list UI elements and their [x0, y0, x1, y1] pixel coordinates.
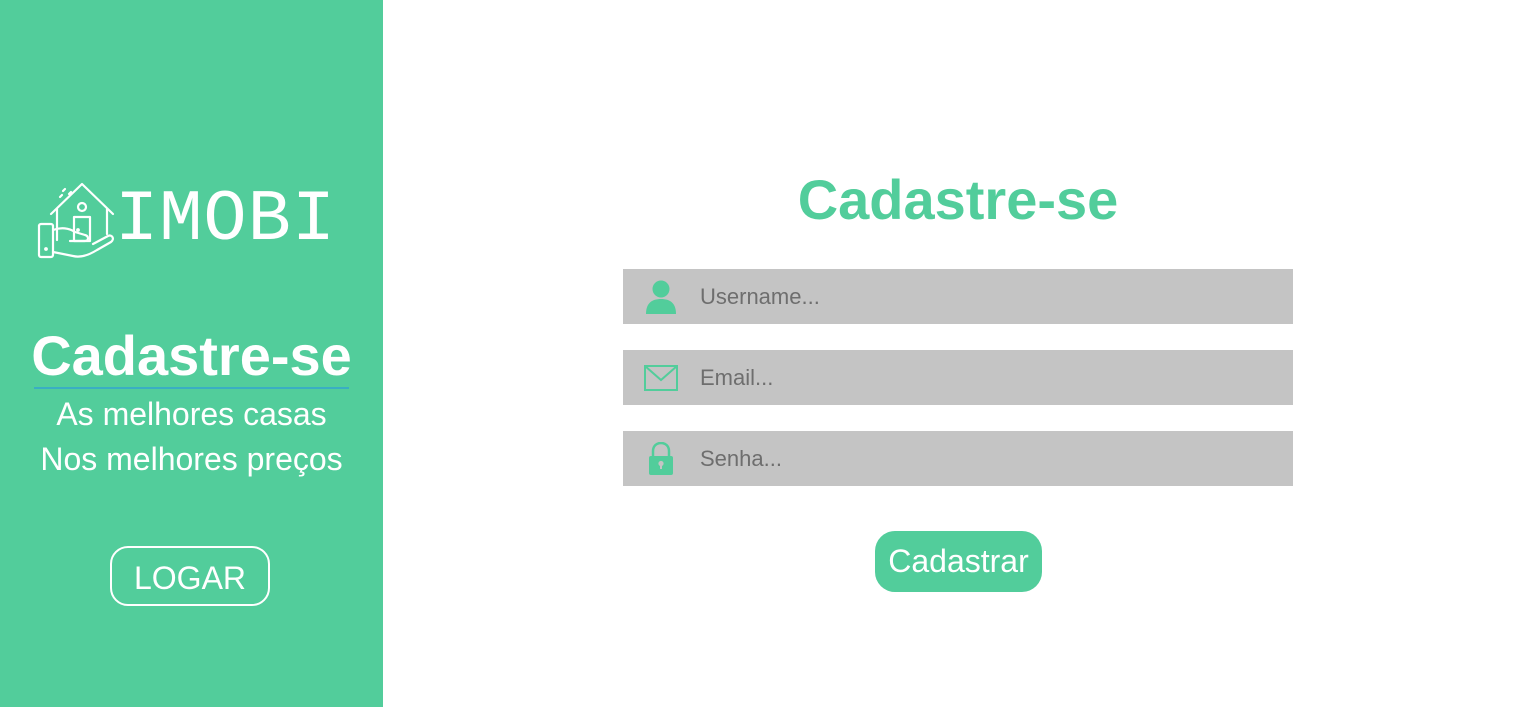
sidebar-title: Cadastre-se: [31, 324, 352, 387]
email-input[interactable]: [700, 350, 1293, 405]
lock-icon: [623, 431, 699, 486]
password-input[interactable]: [700, 431, 1293, 486]
login-button[interactable]: LOGAR: [110, 546, 270, 606]
email-field[interactable]: [623, 350, 1293, 405]
register-button[interactable]: Cadastrar: [875, 531, 1042, 592]
register-page: IMOBI Cadastre-se As melhores casas Nos …: [0, 0, 1532, 707]
password-field[interactable]: [623, 431, 1293, 486]
username-field[interactable]: [623, 269, 1293, 324]
sidebar: IMOBI Cadastre-se As melhores casas Nos …: [0, 0, 383, 707]
sidebar-title-underline: [34, 387, 349, 389]
user-icon: [623, 269, 699, 324]
brand-name: IMOBI: [115, 179, 337, 261]
brand-logo: IMOBI: [37, 180, 336, 260]
sidebar-tagline-1: As melhores casas: [56, 396, 327, 432]
envelope-icon: [623, 350, 699, 405]
username-input[interactable]: [700, 269, 1293, 324]
form-title: Cadastre-se: [797, 168, 1119, 231]
house-in-hand-icon: [37, 182, 115, 259]
sidebar-tagline-2: Nos melhores preços: [40, 441, 343, 477]
